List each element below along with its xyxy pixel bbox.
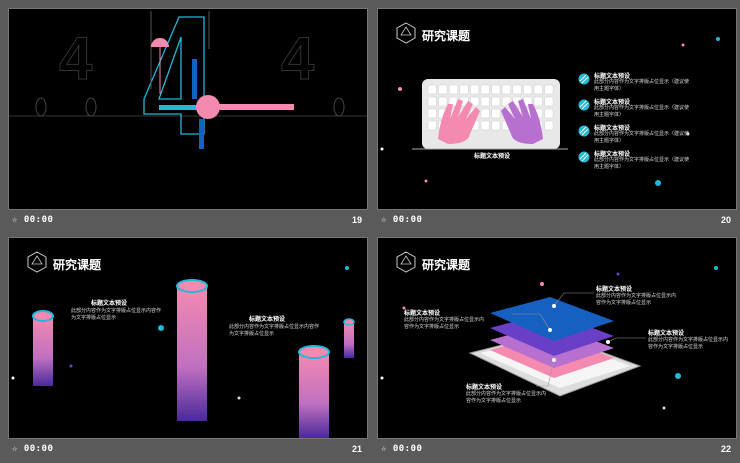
keyboard-key bbox=[533, 84, 543, 95]
keyboard-key bbox=[491, 96, 501, 107]
label-body: 此部分内容作为文字排版占位显示内容作为文字排版占位显示 bbox=[596, 293, 677, 306]
list-item: 标题文本预设 此部分内容作为文字排版占位显示（建议使用主题字体） bbox=[578, 71, 728, 95]
cylinder-1 bbox=[33, 316, 53, 386]
item-body: 此部分内容作为文字排版占位显示（建议使用主题字体） bbox=[594, 105, 690, 118]
slide-22-footer: ☆ 00:00 22 bbox=[377, 442, 740, 458]
cylinder-3 bbox=[299, 352, 329, 438]
list-item: 标题文本预设 此部分内容作为文字排版占位显示（建议使用主题字体） bbox=[578, 97, 728, 121]
list-item: 标题文本预设 此部分内容作为文字排版占位显示（建议使用主题字体） bbox=[578, 149, 728, 173]
time-value: 00:00 bbox=[23, 444, 54, 454]
label-body: 此部分内容作为文字排版占位显示内容作为文字排版占位显示 bbox=[229, 324, 320, 337]
slide-19-canvas: 4 4 bbox=[8, 8, 368, 210]
keyboard-key bbox=[512, 84, 522, 95]
ghost-digit-left: 4 bbox=[59, 25, 93, 92]
ghost-zero-3 bbox=[333, 97, 345, 117]
keyboard-key bbox=[480, 108, 490, 119]
label-body: 此部分内容作为文字排版占位显示内容作为文字排版占位显示 bbox=[404, 317, 485, 330]
label-body: 此部分内容作为文字排版占位显示内容作为文字排版占位显示 bbox=[71, 308, 162, 321]
time-value: 00:00 bbox=[23, 215, 54, 225]
keyboard-key bbox=[470, 84, 480, 95]
slide-number: 21 bbox=[351, 444, 362, 454]
list-item: 标题文本预设 此部分内容作为文字排版占位显示（建议使用主题字体） bbox=[578, 123, 728, 147]
keyboard-key bbox=[459, 84, 469, 95]
keyboard-key bbox=[427, 84, 437, 95]
slide-thumbnail-19[interactable]: 4 4 ☆ 00:00 19 bbox=[8, 8, 374, 234]
slide-19-footer: ☆ 00:00 19 bbox=[8, 213, 374, 229]
text-label: 标题文本预设 此部分内容作为文字排版占位显示内容作为文字排版占位显示 bbox=[404, 308, 484, 338]
keyboard-key bbox=[480, 96, 490, 107]
label-heading: 标题文本预设 bbox=[404, 311, 441, 317]
blue-bar-lower bbox=[199, 119, 204, 149]
keyboard-key bbox=[480, 84, 490, 95]
pink-ball bbox=[196, 95, 220, 119]
label-body: 此部分内容作为文字排版占位显示内容作为文字排版占位显示 bbox=[648, 337, 729, 350]
label-heading: 标题文本预设 bbox=[91, 301, 128, 307]
slide-number: 19 bbox=[351, 215, 362, 225]
slide-thumbnail-22[interactable]: 研究课题 标题文本预设 此部分内容作为文字排版占位显示内容作为文字排版占位显示 … bbox=[377, 237, 740, 463]
keyboard-key bbox=[480, 120, 490, 131]
keyboard-key bbox=[427, 120, 437, 131]
footer-time: ☆ 00:00 bbox=[381, 444, 423, 454]
keyboard-caption: 标题文本预设 bbox=[474, 154, 511, 160]
slide-21-footer: ☆ 00:00 21 bbox=[8, 442, 374, 458]
slide-20-footer: ☆ 00:00 20 bbox=[377, 213, 740, 229]
footer-time: ☆ 00:00 bbox=[381, 215, 423, 225]
keyboard-key bbox=[544, 84, 554, 95]
text-label: 标题文本预设 此部分内容作为文字排版占位显示内容作为文字排版占位显示 bbox=[229, 314, 319, 344]
time-value: 00:00 bbox=[392, 215, 423, 225]
striped-circle-icon bbox=[578, 151, 590, 163]
slide-19-graphic: 4 4 bbox=[9, 11, 367, 149]
text-label: 标题文本预设 此部分内容作为文字排版占位显示内容作为文字排版占位显示 bbox=[648, 328, 728, 358]
item-body: 此部分内容作为文字排版占位显示（建议使用主题字体） bbox=[594, 157, 690, 170]
time-value: 00:00 bbox=[392, 444, 423, 454]
striped-circle-icon bbox=[578, 73, 590, 85]
pink-half-disc bbox=[151, 38, 169, 47]
slide-22-canvas: 研究课题 标题文本预设 此部分内容作为文字排版占位显示内容作为文字排版占位显示 … bbox=[377, 237, 737, 439]
footer-time: ☆ 00:00 bbox=[12, 215, 54, 225]
ghost-zero-2 bbox=[85, 97, 97, 117]
text-label: 标题文本预设 此部分内容作为文字排版占位显示内容作为文字排版占位显示 bbox=[596, 284, 676, 314]
ghost-zero-1 bbox=[35, 97, 47, 117]
slide-21-canvas: 研究课题 标题文本预设 此部分内容作为文字排版占位显示内容作为文字排版占位显示 … bbox=[8, 237, 368, 439]
blue-bar bbox=[192, 59, 197, 99]
slide-thumbnail-21[interactable]: 研究课题 标题文本预设 此部分内容作为文字排版占位显示内容作为文字排版占位显示 … bbox=[8, 237, 374, 463]
keyboard-key bbox=[523, 84, 533, 95]
keyboard-key bbox=[438, 84, 448, 95]
keyboard-key bbox=[491, 120, 501, 131]
label-body: 此部分内容作为文字排版占位显示内容作为文字排版占位显示 bbox=[466, 391, 547, 404]
text-label: 标题文本预设 此部分内容作为文字排版占位显示内容作为文字排版占位显示 bbox=[71, 298, 161, 328]
keyboard-key bbox=[501, 84, 511, 95]
keyboard-key bbox=[544, 108, 554, 119]
slide-thumbnail-20[interactable]: 研究课题 标题文本预设 标题文本预设 此部分内容作为文字排版占位显示（建议使用主题… bbox=[377, 8, 740, 234]
keyboard-key bbox=[544, 120, 554, 131]
label-heading: 标题文本预设 bbox=[596, 287, 633, 293]
label-heading: 标题文本预设 bbox=[466, 385, 503, 391]
cylinder-4 bbox=[344, 322, 354, 358]
striped-circle-icon bbox=[578, 99, 590, 111]
slide-number: 20 bbox=[720, 215, 731, 225]
keyboard-key bbox=[448, 84, 458, 95]
footer-time: ☆ 00:00 bbox=[12, 444, 54, 454]
keyboard-key bbox=[544, 96, 554, 107]
keyboard-key bbox=[491, 84, 501, 95]
item-body: 此部分内容作为文字排版占位显示（建议使用主题字体） bbox=[594, 79, 690, 92]
keyboard-key bbox=[427, 108, 437, 119]
slide-number: 22 bbox=[720, 444, 731, 454]
label-heading: 标题文本预设 bbox=[648, 331, 685, 337]
item-body: 此部分内容作为文字排版占位显示（建议使用主题字体） bbox=[594, 131, 690, 144]
keyboard-key bbox=[491, 108, 501, 119]
text-label: 标题文本预设 此部分内容作为文字排版占位显示内容作为文字排版占位显示 bbox=[466, 382, 546, 412]
keyboard-key bbox=[533, 96, 543, 107]
pink-bar bbox=[214, 104, 294, 110]
ghost-digit-right: 4 bbox=[281, 25, 315, 92]
keyboard-key bbox=[427, 96, 437, 107]
striped-circle-icon bbox=[578, 125, 590, 137]
cylinder-2 bbox=[177, 286, 207, 421]
slide-20-canvas: 研究课题 标题文本预设 标题文本预设 此部分内容作为文字排版占位显示（建议使用主题… bbox=[377, 8, 737, 210]
label-heading: 标题文本预设 bbox=[249, 317, 286, 323]
keyboard-key bbox=[438, 96, 448, 107]
